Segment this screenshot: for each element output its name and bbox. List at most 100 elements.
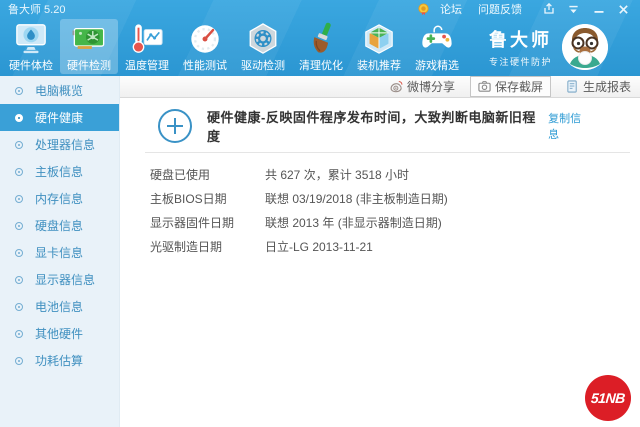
tab-label: 装机推荐 xyxy=(357,60,401,72)
sidebar-item-display-info[interactable]: 显示器信息 xyxy=(0,266,119,293)
gauge-icon xyxy=(188,22,222,56)
gamepad-icon xyxy=(420,22,454,56)
titlebar: 鲁大师 5.20 论坛 问题反馈 xyxy=(0,0,640,18)
sidebar-item-label: 硬件健康 xyxy=(35,111,84,125)
tab-temperature[interactable]: 温度管理 xyxy=(118,19,176,74)
bullet-icon xyxy=(15,356,23,365)
sidebar-item-gpu-info[interactable]: 显卡信息 xyxy=(0,239,119,266)
cube-icon xyxy=(362,22,396,56)
weibo-icon xyxy=(390,80,403,93)
camera-icon xyxy=(478,81,491,92)
tab-build-recommend[interactable]: 装机推荐 xyxy=(350,19,408,74)
generate-report-label: 生成报表 xyxy=(582,80,631,94)
report-icon xyxy=(567,80,577,93)
save-screenshot-label: 保存截屏 xyxy=(494,80,543,94)
app-body: 电脑概览 硬件健康 处理器信息 主板信息 内存信息 硬盘信息 显卡信息 显示器信… xyxy=(0,76,640,427)
sidebar-item-label: 显示器信息 xyxy=(35,273,96,287)
forum-link[interactable]: 论坛 xyxy=(440,1,462,17)
info-row-disk-usage: 硬盘已使用 共 627 次，累计 3518 小时 xyxy=(150,162,640,186)
mascot-logo-icon xyxy=(562,23,608,70)
skin-menu-icon[interactable] xyxy=(567,3,580,16)
sidebar: 电脑概览 硬件健康 处理器信息 主板信息 内存信息 硬盘信息 显卡信息 显示器信… xyxy=(0,76,120,427)
brand-text: 鲁大师 专注硬件防护 xyxy=(489,26,552,68)
row-value: 联想 03/19/2018 (非主板制造日期) xyxy=(265,191,448,206)
section-header: 硬件健康-反映固件程序发布时间，大致判断电脑新旧程度 复制信息 xyxy=(158,108,640,144)
sidebar-item-label: 电脑概览 xyxy=(35,84,84,98)
sidebar-item-motherboard-info[interactable]: 主板信息 xyxy=(0,158,119,185)
info-row-optical-drive-date: 光驱制造日期 日立-LG 2013-11-21 xyxy=(150,234,640,258)
section-title: 硬件健康-反映固件程序发布时间，大致判断电脑新旧程度 xyxy=(207,110,536,144)
sidebar-item-label: 其他硬件 xyxy=(35,327,84,341)
sidebar-item-label: 显卡信息 xyxy=(35,246,84,260)
sidebar-item-label: 内存信息 xyxy=(35,192,84,206)
sidebar-item-disk-info[interactable]: 硬盘信息 xyxy=(0,212,119,239)
bullet-icon xyxy=(15,221,23,230)
tab-hardware-detect[interactable]: 硬件检测 xyxy=(60,19,118,74)
info-row-display-firmware-date: 显示器固件日期 联想 2013 年 (非显示器制造日期) xyxy=(150,210,640,234)
main-toolbar: 硬件体检 硬件检测 温度管理 性能测试 驱动检测 清理优化 装机推荐 游戏精选 … xyxy=(0,18,640,76)
bullet-icon xyxy=(15,140,23,149)
generate-report-button[interactable]: 生成报表 xyxy=(566,78,631,95)
sidebar-item-hardware-health[interactable]: 硬件健康 xyxy=(0,104,119,131)
sidebar-item-power-estimate[interactable]: 功耗估算 xyxy=(0,347,119,374)
tab-label: 清理优化 xyxy=(299,60,343,72)
51nb-label: 51NB xyxy=(590,390,626,406)
feedback-link[interactable]: 问题反馈 xyxy=(478,1,522,17)
sidebar-item-memory-info[interactable]: 内存信息 xyxy=(0,185,119,212)
bullet-icon xyxy=(15,329,23,338)
row-label: 主板BIOS日期 xyxy=(150,191,227,206)
divider xyxy=(145,152,630,153)
info-row-bios-date: 主板BIOS日期 联想 03/19/2018 (非主板制造日期) xyxy=(150,186,640,210)
tab-label: 性能测试 xyxy=(183,60,227,72)
tab-label: 硬件检测 xyxy=(67,60,111,72)
sidebar-item-other-hardware[interactable]: 其他硬件 xyxy=(0,320,119,347)
bullet-icon xyxy=(15,167,23,176)
row-label: 硬盘已使用 xyxy=(150,167,211,182)
weibo-share-button[interactable]: 微博分享 xyxy=(390,78,455,95)
sidebar-item-label: 功耗估算 xyxy=(35,354,84,368)
bullet-icon xyxy=(15,275,23,284)
share-icon[interactable] xyxy=(542,3,555,16)
sidebar-item-battery-info[interactable]: 电池信息 xyxy=(0,293,119,320)
51nb-watermark-logo: 51NB xyxy=(585,375,631,421)
save-screenshot-button[interactable]: 保存截屏 xyxy=(469,76,551,97)
minimize-button[interactable] xyxy=(592,3,605,16)
sidebar-item-label: 硬盘信息 xyxy=(35,219,84,233)
tab-benchmark[interactable]: 性能测试 xyxy=(176,19,234,74)
sidebar-item-pc-overview[interactable]: 电脑概览 xyxy=(0,77,119,104)
content-area: 微博分享 保存截屏 生成报表 硬件健康-反映固件程序发布时间，大致判断电脑新旧程… xyxy=(120,76,640,427)
sidebar-item-label: 处理器信息 xyxy=(35,138,96,152)
medal-icon[interactable] xyxy=(417,2,430,16)
row-value: 日立-LG 2013-11-21 xyxy=(265,239,373,254)
bullet-icon xyxy=(15,113,23,122)
tab-label: 游戏精选 xyxy=(415,60,459,72)
row-value: 共 627 次，累计 3518 小时 xyxy=(265,167,410,182)
row-label: 显示器固件日期 xyxy=(150,215,235,230)
tab-cleanup[interactable]: 清理优化 xyxy=(292,19,350,74)
main-panel: 硬件健康-反映固件程序发布时间，大致判断电脑新旧程度 复制信息 硬盘已使用 共 … xyxy=(120,98,640,427)
tab-game-picks[interactable]: 游戏精选 xyxy=(408,19,466,74)
thermometer-chart-icon xyxy=(130,22,164,56)
brand-area: 鲁大师 专注硬件防护 xyxy=(489,19,640,74)
actionbar: 微博分享 保存截屏 生成报表 xyxy=(120,76,640,98)
row-value: 联想 2013 年 (非显示器制造日期) xyxy=(265,215,442,230)
bullet-icon xyxy=(15,194,23,203)
weibo-share-label: 微博分享 xyxy=(406,80,455,94)
tab-label: 温度管理 xyxy=(125,60,169,72)
monitor-droplet-icon xyxy=(14,22,48,56)
tab-driver-detect[interactable]: 驱动检测 xyxy=(234,19,292,74)
bullet-icon xyxy=(15,302,23,311)
bullet-icon xyxy=(15,248,23,257)
sidebar-item-label: 主板信息 xyxy=(35,165,84,179)
tab-hardware-checkup[interactable]: 硬件体检 xyxy=(2,19,60,74)
copy-info-link[interactable]: 复制信息 xyxy=(548,110,592,142)
sidebar-item-label: 电池信息 xyxy=(35,300,84,314)
info-rows: 硬盘已使用 共 627 次，累计 3518 小时 主板BIOS日期 联想 03/… xyxy=(150,162,640,258)
broom-icon xyxy=(304,22,338,56)
close-button[interactable] xyxy=(617,3,630,16)
sidebar-item-cpu-info[interactable]: 处理器信息 xyxy=(0,131,119,158)
gpu-card-icon xyxy=(72,22,106,56)
gear-bolt-icon xyxy=(246,22,280,56)
row-label: 光驱制造日期 xyxy=(150,239,223,254)
bullet-icon xyxy=(15,86,23,95)
